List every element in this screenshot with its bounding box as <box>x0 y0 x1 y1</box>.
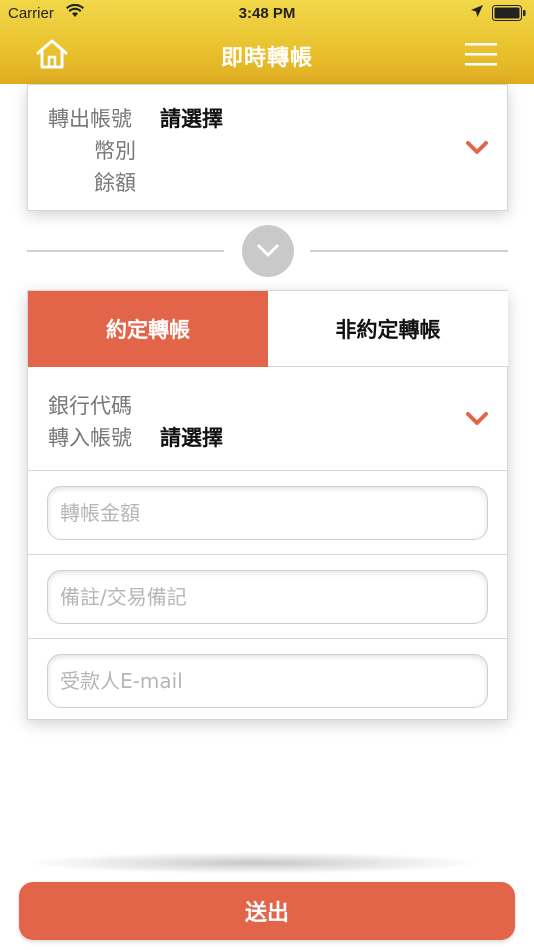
currency-label: 幣別 <box>94 139 136 163</box>
to-account-selector[interactable]: 銀行代碼 轉入帳號 請選擇 <box>28 368 507 470</box>
battery-icon <box>492 5 526 21</box>
from-account-label: 轉出帳號 <box>48 107 132 131</box>
top-bar: Carrier 3:48 PM 即時轉帳 <box>0 0 534 84</box>
to-account-label: 轉入帳號 <box>48 426 132 450</box>
page-title: 即時轉帳 <box>220 46 313 71</box>
bank-code-label: 銀行代碼 <box>48 394 132 418</box>
chevron-down-icon <box>257 244 279 257</box>
divider-left <box>27 250 224 252</box>
memo-field[interactable] <box>47 570 488 624</box>
divider-right <box>310 250 508 252</box>
row-divider <box>28 470 507 471</box>
bottom-shadow <box>24 852 484 874</box>
status-bar: Carrier 3:48 PM <box>0 0 534 30</box>
row-divider <box>28 638 507 639</box>
amount-input[interactable] <box>48 487 487 539</box>
from-account-selector[interactable]: 轉出帳號 請選擇 幣別 餘額 <box>27 84 508 211</box>
row-divider <box>28 554 507 555</box>
email-input[interactable] <box>48 655 487 707</box>
amount-field[interactable] <box>47 486 488 540</box>
transfer-form: 約定轉帳 非約定轉帳 銀行代碼 轉入帳號 請選擇 <box>27 290 508 720</box>
to-account-value: 請選擇 <box>160 426 223 450</box>
chevron-down-icon[interactable] <box>465 140 489 156</box>
submit-button[interactable]: 送出 <box>19 882 515 940</box>
chevron-down-icon[interactable] <box>465 411 489 427</box>
status-time: 3:48 PM <box>238 5 296 22</box>
from-account-value: 請選擇 <box>160 107 223 131</box>
location-icon <box>471 5 483 17</box>
tab-label: 非約定轉帳 <box>335 317 441 342</box>
expand-button[interactable] <box>242 225 294 277</box>
memo-input[interactable] <box>48 571 487 623</box>
tab-designated-transfer[interactable]: 約定轉帳 <box>28 291 268 367</box>
tab-non-designated-transfer[interactable]: 非約定轉帳 <box>268 291 508 367</box>
submit-label: 送出 <box>244 901 289 926</box>
menu-icon[interactable] <box>465 42 497 66</box>
balance-label: 餘額 <box>94 171 136 195</box>
email-field[interactable] <box>47 654 488 708</box>
tab-label: 約定轉帳 <box>106 318 190 342</box>
